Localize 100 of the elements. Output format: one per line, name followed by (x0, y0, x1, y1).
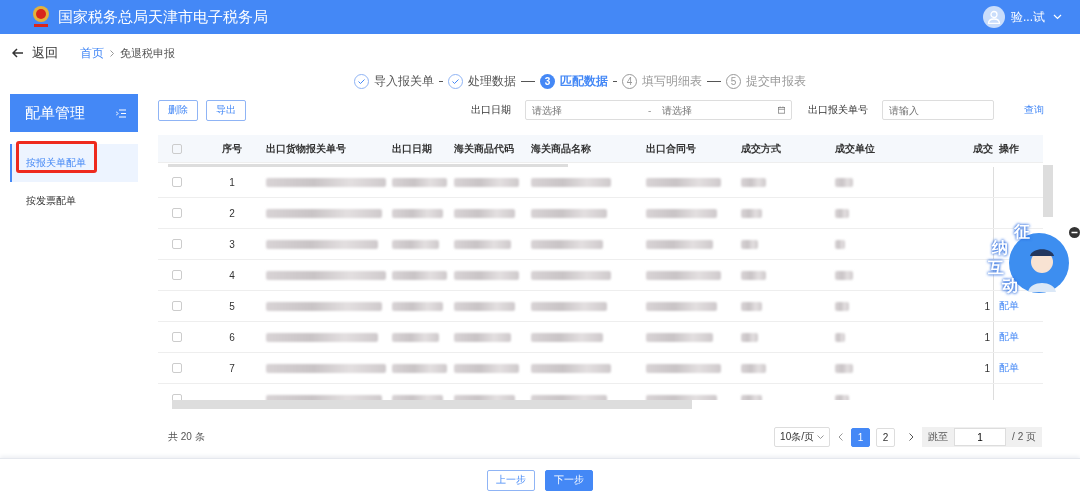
site-title: 国家税务总局天津市电子税务局 (58, 7, 269, 27)
redacted-text (392, 363, 447, 373)
action-link[interactable]: 配单 (993, 322, 1043, 352)
jump-label: 跳至 (928, 430, 949, 444)
column-header: 海关商品代码 (453, 141, 515, 156)
redacted-text (835, 239, 845, 249)
total-count: 共 20 条 (168, 430, 205, 444)
redacted-text (454, 363, 519, 373)
scrollbar[interactable] (172, 400, 692, 409)
checkbox[interactable] (172, 270, 182, 280)
redacted-text (741, 239, 758, 249)
range-separator: - (648, 104, 653, 116)
date-input[interactable]: 请选择 (532, 104, 644, 116)
column-header: 成交 (972, 141, 993, 156)
redacted-text (646, 239, 713, 249)
action-link[interactable]: 配单 (993, 353, 1043, 383)
redacted-text (835, 177, 853, 187)
step-label: 填写明细表 (642, 72, 702, 90)
checkbox[interactable] (172, 332, 182, 342)
sidebar-item[interactable]: 按报关单配单 (10, 144, 138, 182)
redacted-text (454, 301, 515, 311)
redacted-text (835, 332, 845, 342)
redacted-text (392, 270, 447, 280)
redacted-text (741, 177, 766, 187)
checkbox[interactable] (172, 177, 182, 187)
breadcrumb-item: 免退税申报 (120, 45, 175, 61)
breadcrumb-item[interactable]: 首页 (80, 44, 104, 62)
redacted-text (741, 363, 766, 373)
column-header: 操作 (998, 141, 1020, 156)
checkbox[interactable] (172, 208, 182, 218)
table-cell-text: 4 (228, 269, 236, 281)
redacted-text (646, 332, 713, 342)
redacted-text (741, 270, 766, 280)
scrollbar[interactable] (1043, 165, 1053, 217)
query-link[interactable]: 查询 (1024, 103, 1044, 117)
sidebar-item[interactable]: 按发票配单 (10, 182, 138, 220)
emblem-icon (30, 4, 52, 30)
minus-icon[interactable] (1069, 227, 1080, 238)
redacted-text (835, 270, 853, 280)
redacted-text (531, 239, 603, 249)
toolbar-button[interactable]: 删除 (158, 99, 198, 121)
checkbox[interactable] (172, 363, 182, 373)
column-header: 出口合同号 (645, 141, 697, 156)
redacted-text (835, 301, 849, 311)
redacted-text (392, 208, 443, 218)
page-button[interactable]: 1 (851, 427, 871, 447)
redacted-text (741, 208, 762, 218)
avatar-icon[interactable] (983, 6, 1005, 28)
calendar-icon[interactable] (777, 105, 785, 115)
step-label: 提交申报表 (746, 72, 806, 90)
page-button[interactable]: 2 (876, 427, 896, 447)
checkbox[interactable] (172, 301, 182, 311)
column-header: 出口日期 (391, 141, 433, 156)
menu-icon[interactable] (116, 108, 126, 118)
redacted-text (835, 208, 849, 218)
redacted-text (454, 208, 515, 218)
redacted-text (392, 239, 439, 249)
page-input[interactable]: 1 (954, 428, 1007, 446)
step-label: 导入报关单 (374, 72, 434, 90)
chevron-right-icon (110, 49, 114, 57)
sidebar-title: 配单管理 (25, 103, 85, 123)
redacted-text (835, 363, 853, 373)
previous-button[interactable]: 上一步 (487, 469, 535, 491)
input-field[interactable]: 请输入 (882, 100, 994, 120)
table-cell-text: 1 (983, 300, 991, 312)
table-cell-text: 5 (228, 300, 236, 312)
checkbox[interactable] (172, 239, 182, 249)
redacted-text (646, 301, 717, 311)
chevron-left-icon[interactable] (838, 433, 844, 441)
toolbar-button[interactable]: 导出 (206, 99, 246, 121)
column-header: 出口货物报关单号 (265, 141, 347, 156)
step-label: 处理数据 (468, 72, 516, 90)
redacted-text (392, 301, 443, 311)
table-cell-text: 6 (228, 331, 236, 343)
redacted-text (454, 270, 519, 280)
redacted-text (454, 332, 511, 342)
column-header: 序号 (221, 141, 243, 156)
redacted-text (392, 177, 447, 187)
redacted-text (454, 177, 519, 187)
redacted-text (646, 208, 717, 218)
table-cell-text: 1 (983, 362, 991, 374)
redacted-text (741, 301, 762, 311)
field-label: 出口日期 (471, 103, 511, 117)
column-header: 海关商品名称 (530, 141, 592, 156)
arrow-left-icon[interactable] (12, 48, 24, 58)
redacted-text (454, 239, 511, 249)
redacted-text (741, 332, 758, 342)
checkbox[interactable] (172, 143, 182, 154)
chevron-down-icon[interactable] (817, 434, 825, 440)
column-header: 成交方式 (740, 141, 782, 156)
user-name[interactable]: 验...试 (1011, 8, 1045, 26)
date-range-picker[interactable]: 请选择 - 请选择 (525, 100, 792, 120)
redacted-text (531, 332, 603, 342)
page-total: / 2 页 (1012, 430, 1036, 444)
next-button[interactable]: 下一步 (545, 469, 593, 491)
date-input[interactable]: 请选择 (661, 104, 774, 116)
back-link[interactable]: 返回 (12, 44, 58, 62)
step-number: 3 (540, 73, 555, 89)
chevron-right-icon[interactable] (909, 433, 915, 441)
page-size-select[interactable]: 10条/页 (774, 427, 831, 447)
